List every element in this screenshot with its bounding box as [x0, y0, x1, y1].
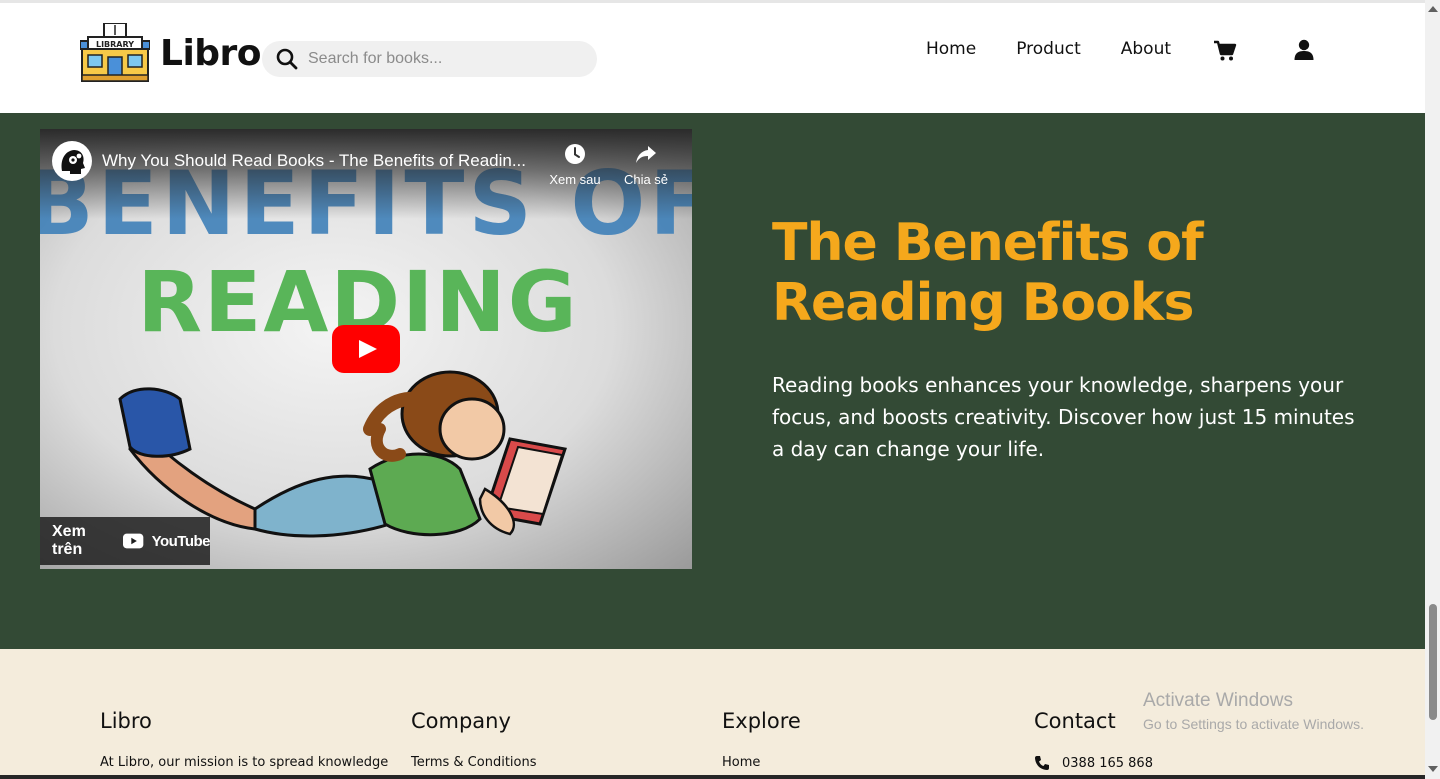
footer-col-libro: Libro At Libro, our mission is to spread…	[100, 709, 388, 770]
footer-phone-row[interactable]: 0388 165 868	[1034, 755, 1153, 771]
scroll-up-arrow-icon[interactable]	[1428, 6, 1438, 12]
channel-avatar[interactable]	[52, 141, 92, 181]
phone-icon	[1035, 756, 1049, 770]
nav-home-link[interactable]: Home	[926, 39, 976, 59]
nav-product-link[interactable]: Product	[1016, 39, 1081, 59]
footer-libro-title: Libro	[100, 709, 152, 733]
share-label: Chia sẻ	[623, 172, 669, 187]
logo-text: Libro	[160, 32, 262, 74]
footer-libro-text: At Libro, our mission is to spread knowl…	[100, 755, 389, 770]
hero-section: BENEFITS OF READING	[0, 113, 1425, 649]
hero-description: Reading books enhances your knowledge, s…	[772, 373, 1355, 461]
hero-heading: The Benefits of Reading Books	[772, 213, 1204, 333]
site-header: LIBRARY Libro Home Product About	[0, 3, 1425, 113]
search-bar[interactable]	[262, 41, 597, 77]
watch-later-button[interactable]: Xem sau	[540, 143, 610, 187]
footer-company-title: Company	[411, 709, 511, 733]
svg-text:LIBRARY: LIBRARY	[96, 40, 134, 49]
page: LIBRARY Libro Home Product About	[0, 0, 1440, 779]
clock-icon	[565, 144, 585, 164]
watch-on-youtube-button[interactable]: Xem trên YouTube	[40, 517, 211, 565]
main-nav: Home Product About	[926, 39, 1211, 59]
search-icon	[276, 48, 298, 70]
user-icon[interactable]	[1294, 39, 1314, 61]
windows-activation-watermark: Activate Windows Go to Settings to activ…	[1143, 690, 1364, 732]
footer-home-link[interactable]: Home	[722, 755, 801, 770]
play-button[interactable]	[332, 325, 400, 373]
footer-col-explore: Explore Home	[722, 709, 801, 770]
library-building-icon: LIBRARY	[80, 23, 150, 82]
footer-col-contact: Contact 0388 165 868	[1034, 709, 1153, 771]
nav-about-link[interactable]: About	[1121, 39, 1171, 59]
video-title[interactable]: Why You Should Read Books - The Benefits…	[102, 151, 526, 171]
play-icon	[359, 340, 377, 358]
bottom-edge	[0, 775, 1425, 779]
brain-gears-icon	[61, 150, 85, 174]
search-input[interactable]	[308, 50, 568, 68]
footer-explore-title: Explore	[722, 709, 801, 733]
scroll-down-arrow-icon[interactable]	[1428, 766, 1438, 772]
cart-icon[interactable]	[1213, 40, 1237, 62]
footer-col-company: Company Terms & Conditions	[411, 709, 537, 770]
activate-windows-title: Activate Windows	[1143, 690, 1293, 711]
youtube-wordmark: YouTube	[151, 532, 211, 550]
footer-contact-title: Contact	[1034, 709, 1116, 733]
share-icon	[636, 146, 656, 163]
share-button[interactable]: Chia sẻ	[611, 143, 681, 187]
footer-phone-number: 0388 165 868	[1062, 755, 1153, 771]
youtube-logo-icon	[123, 533, 144, 549]
footer-terms-link[interactable]: Terms & Conditions	[411, 755, 537, 770]
logo[interactable]: LIBRARY Libro	[80, 23, 262, 83]
watch-on-label: Xem trên	[52, 523, 86, 558]
youtube-embed[interactable]: BENEFITS OF READING	[40, 129, 692, 569]
scrollbar-thumb[interactable]	[1429, 604, 1437, 720]
activate-windows-subtitle: Go to Settings to activate Windows.	[1143, 716, 1364, 732]
watch-later-label: Xem sau	[549, 172, 601, 187]
